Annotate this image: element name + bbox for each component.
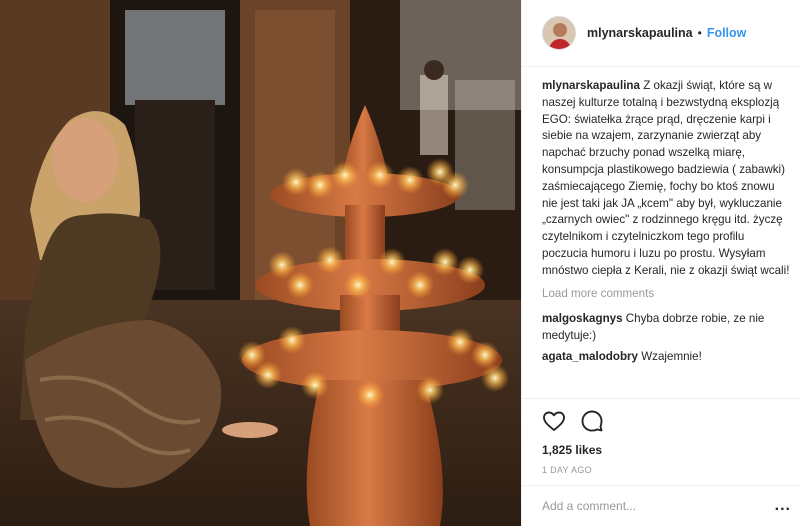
caption-username[interactable]: mlynarskapaulina bbox=[542, 79, 640, 92]
comment-username[interactable]: malgoskagnys bbox=[542, 312, 623, 325]
comment-item: malgoskagnys Chyba dobrze robie, ze nie … bbox=[542, 311, 791, 345]
caption-text: Z okazji świąt, które są w naszej kultur… bbox=[542, 79, 790, 277]
post-timestamp[interactable]: 1 DAY AGO bbox=[542, 465, 781, 475]
comment-item: agata_malodobry Wzajemnie! bbox=[542, 349, 791, 366]
comment-text: Wzajemnie! bbox=[641, 349, 702, 363]
post-sidebar: mlynarskapaulina • Follow mlynarskapauli… bbox=[521, 0, 800, 526]
photo-illustration bbox=[0, 0, 521, 526]
follow-button[interactable]: Follow bbox=[707, 26, 747, 40]
likes-count[interactable]: 1,825 likes bbox=[542, 443, 781, 457]
add-comment-input[interactable] bbox=[542, 499, 775, 513]
caption: mlynarskapaulina Z okazji świąt, które s… bbox=[542, 78, 791, 280]
load-more-comments-button[interactable]: Load more comments bbox=[542, 286, 791, 303]
avatar-image bbox=[543, 17, 575, 49]
add-comment-bar: ... bbox=[522, 485, 800, 526]
header-separator: • bbox=[697, 26, 702, 40]
avatar[interactable] bbox=[542, 16, 576, 50]
heart-outline-icon[interactable] bbox=[542, 409, 566, 433]
comment-username[interactable]: agata_malodobry bbox=[542, 350, 638, 363]
header-username[interactable]: mlynarskapaulina bbox=[587, 26, 693, 40]
post-header: mlynarskapaulina • Follow bbox=[522, 0, 800, 67]
comments-list[interactable]: mlynarskapaulina Z okazji świąt, które s… bbox=[522, 68, 800, 394]
speech-bubble-icon[interactable] bbox=[580, 409, 604, 433]
action-icons bbox=[542, 409, 781, 433]
more-options-button[interactable]: ... bbox=[775, 497, 791, 515]
instagram-post: mlynarskapaulina • Follow mlynarskapauli… bbox=[0, 0, 800, 526]
post-photo[interactable] bbox=[0, 0, 521, 526]
